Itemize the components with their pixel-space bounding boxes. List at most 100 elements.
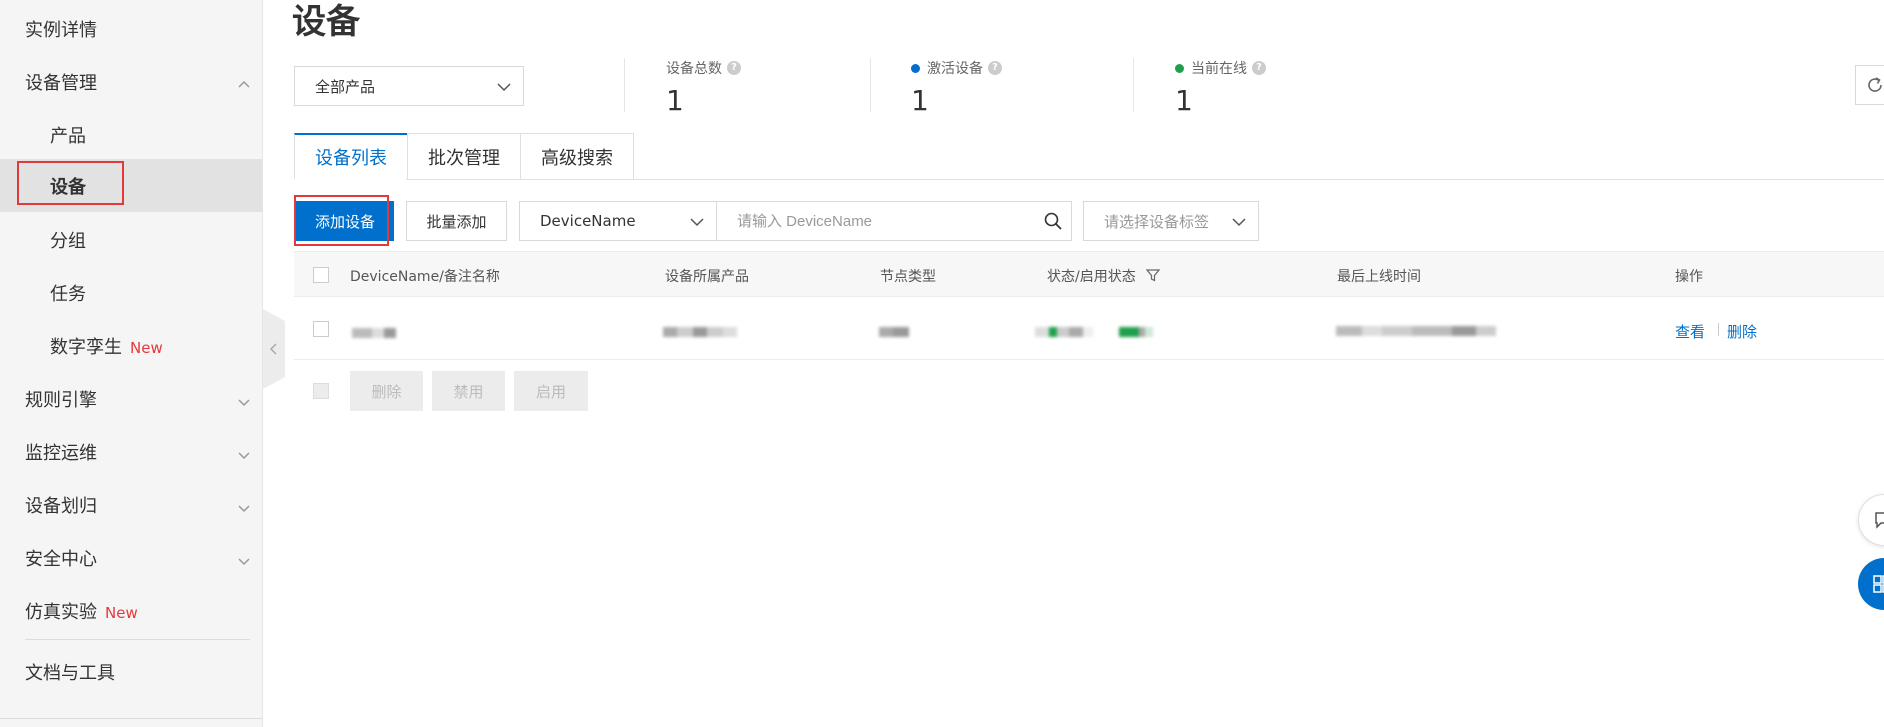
stat-divider — [1133, 58, 1134, 112]
stat-value: 1 — [911, 84, 929, 117]
bulk-disable-button[interactable]: 禁用 — [432, 371, 505, 411]
sidebar-item-group[interactable]: 分组 — [0, 213, 263, 266]
stat-divider — [870, 58, 871, 112]
filter-icon[interactable] — [1145, 268, 1161, 286]
sidebar-item-label: 仿真实验 New — [25, 598, 138, 624]
refresh-icon — [1868, 77, 1882, 92]
sidebar-item-device-assignment[interactable]: 设备划归 — [0, 478, 263, 531]
sidebar-collapse-handle[interactable] — [263, 309, 285, 389]
sidebar-item-label: 任务 — [50, 283, 86, 305]
tab-batch-management[interactable]: 批次管理 — [407, 133, 521, 179]
help-icon[interactable]: ? — [988, 61, 1002, 75]
status-dot-icon — [911, 63, 920, 73]
stat-label: 激活设备 — [927, 61, 983, 77]
view-device-link[interactable]: 查看 — [1675, 321, 1705, 342]
sidebar-item-text: 仿真实验 — [25, 601, 97, 623]
batch-add-button[interactable]: 批量添加 — [406, 201, 507, 241]
refresh-button[interactable] — [1855, 65, 1884, 105]
device-tag-select[interactable]: 请选择设备标签 — [1083, 201, 1259, 241]
sidebar-item-label: 产品 — [50, 125, 86, 147]
row-checkbox[interactable] — [313, 321, 329, 337]
last-online-cell-redacted — [1336, 321, 1496, 336]
add-device-button[interactable]: 添加设备 — [296, 201, 394, 241]
tab-device-list[interactable]: 设备列表 — [294, 133, 408, 179]
feedback-float-button[interactable] — [1858, 494, 1884, 546]
help-icon[interactable]: ? — [727, 61, 741, 75]
chevron-down-icon — [237, 499, 250, 512]
bulk-delete-button[interactable]: 删除 — [350, 371, 423, 411]
sidebar-item-device[interactable]: 设备 — [0, 159, 263, 212]
bulk-enable-button[interactable]: 启用 — [514, 371, 588, 411]
sidebar-item-instance-details[interactable]: 实例详情 — [0, 2, 263, 55]
column-header-product: 设备所属产品 — [665, 269, 749, 285]
sidebar-item-label: 文档与工具 — [25, 662, 115, 684]
column-header-status: 状态/启用状态 — [1047, 266, 1161, 286]
search-icon[interactable] — [1043, 211, 1063, 235]
column-header-actions: 操作 — [1675, 269, 1703, 285]
feedback-icon — [1875, 512, 1884, 529]
chevron-down-icon — [237, 446, 250, 459]
sidebar-divider — [25, 639, 250, 640]
apps-float-button[interactable] — [1858, 558, 1884, 610]
sidebar-item-product[interactable]: 产品 — [0, 108, 263, 161]
sidebar-item-text: 数字孪生 — [50, 336, 122, 358]
product-filter-select[interactable]: 全部产品 — [294, 66, 524, 106]
product-cell-redacted[interactable] — [663, 322, 737, 337]
sidebar-item-label: 数字孪生 New — [50, 333, 163, 359]
chevron-down-icon — [237, 393, 250, 406]
help-icon[interactable]: ? — [1252, 61, 1266, 75]
stat-label: 当前在线 — [1191, 61, 1247, 77]
sidebar-item-label: 分组 — [50, 230, 86, 252]
sidebar: 实例详情 设备管理 产品 设备 分组 任务 数字孪生 New 规则引擎 监控运维 … — [0, 0, 263, 727]
sidebar-item-simulation[interactable]: 仿真实验 New — [0, 584, 263, 637]
page-title: 设备 — [292, 2, 360, 42]
action-separator — [1718, 323, 1719, 336]
sidebar-item-monitoring[interactable]: 监控运维 — [0, 425, 263, 478]
bulk-select-checkbox[interactable] — [313, 383, 329, 399]
status-cell-redacted — [1035, 322, 1153, 337]
table-row: 查看 删除 — [294, 297, 1884, 360]
column-header-status-label: 状态/启用状态 — [1047, 269, 1136, 285]
sidebar-item-device-management[interactable]: 设备管理 — [0, 55, 263, 108]
column-header-node-type: 节点类型 — [880, 269, 936, 285]
select-all-checkbox[interactable] — [313, 267, 329, 283]
device-name-cell-redacted[interactable] — [352, 323, 396, 338]
stat-divider — [624, 58, 625, 112]
tabs-underline — [406, 179, 1884, 180]
sidebar-item-digital-twin[interactable]: 数字孪生 New — [0, 319, 263, 372]
column-header-last-online: 最后上线时间 — [1337, 269, 1421, 285]
sidebar-item-label: 监控运维 — [25, 442, 97, 464]
sidebar-item-security-center[interactable]: 安全中心 — [0, 531, 263, 584]
stat-activated-devices: 激活设备? 1 — [911, 58, 1002, 117]
stat-label: 设备总数 — [666, 61, 722, 77]
chevron-down-icon — [237, 552, 250, 565]
sidebar-item-docs-tools[interactable]: 文档与工具 — [0, 645, 263, 698]
chevron-down-icon — [690, 215, 704, 233]
tab-advanced-search[interactable]: 高级搜索 — [520, 133, 634, 179]
sidebar-item-label: 设备管理 — [25, 72, 97, 94]
sidebar-divider — [0, 718, 263, 719]
sidebar-item-label: 设备划归 — [25, 495, 97, 517]
sidebar-item-task[interactable]: 任务 — [0, 266, 263, 319]
stat-value: 1 — [666, 84, 684, 117]
search-type-select[interactable]: DeviceName — [519, 201, 717, 241]
new-badge: New — [130, 338, 163, 357]
sidebar-item-label: 设备 — [50, 176, 86, 198]
search-input[interactable] — [716, 201, 1072, 241]
delete-device-link[interactable]: 删除 — [1727, 321, 1757, 342]
stat-value: 1 — [1175, 84, 1193, 117]
stat-online-devices: 当前在线? 1 — [1175, 58, 1266, 117]
sidebar-item-label: 安全中心 — [25, 548, 97, 570]
sidebar-item-label: 实例详情 — [25, 19, 97, 41]
chevron-down-icon — [1232, 215, 1246, 233]
stat-total-devices: 设备总数? 1 — [666, 58, 741, 117]
stat-label-row: 当前在线? — [1175, 58, 1266, 78]
device-tabs: 设备列表 批次管理 高级搜索 — [294, 133, 634, 179]
column-header-device-name: DeviceName/备注名称 — [350, 269, 500, 285]
sidebar-item-label: 规则引擎 — [25, 389, 97, 411]
table-header: DeviceName/备注名称 设备所属产品 节点类型 状态/启用状态 最后上线… — [294, 251, 1884, 297]
grid-icon — [1873, 575, 1884, 593]
stat-label-row: 激活设备? — [911, 58, 1002, 78]
node-type-cell-redacted — [879, 322, 909, 337]
sidebar-item-rule-engine[interactable]: 规则引擎 — [0, 372, 263, 425]
